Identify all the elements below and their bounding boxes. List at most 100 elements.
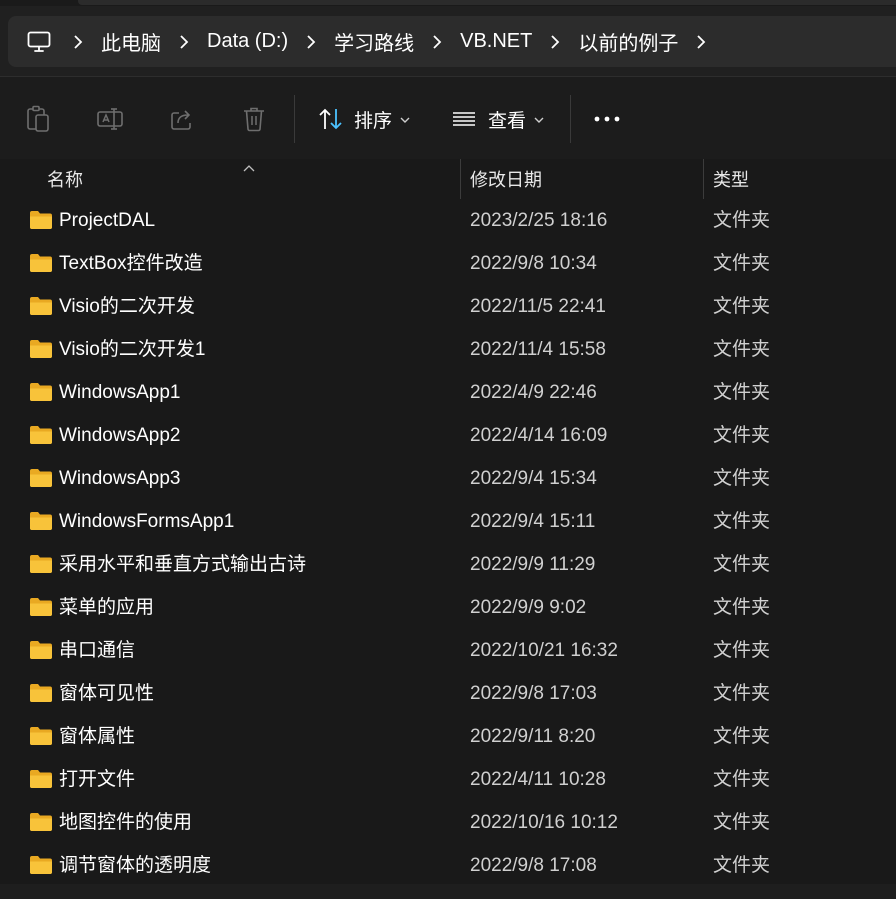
file-row[interactable]: ProjectDAL 2023/2/25 18:16 文件夹 xyxy=(0,199,896,242)
chevron-right-icon[interactable] xyxy=(171,16,197,67)
file-name: 菜单的应用 xyxy=(59,597,155,618)
file-row[interactable]: 采用水平和垂直方式输出古诗 2022/9/9 11:29 文件夹 xyxy=(0,543,896,586)
folder-icon xyxy=(29,468,53,488)
file-date: 2023/2/25 18:16 xyxy=(470,210,608,231)
folder-icon xyxy=(29,683,53,703)
column-divider[interactable] xyxy=(703,159,704,199)
file-date: 2022/9/8 17:03 xyxy=(470,683,597,704)
folder-icon xyxy=(29,597,53,617)
file-row[interactable]: 地图控件的使用 2022/10/16 10:12 文件夹 xyxy=(0,801,896,844)
folder-icon xyxy=(29,769,53,789)
file-type: 文件夹 xyxy=(713,253,771,274)
folder-icon xyxy=(29,296,53,316)
file-name: 窗体可见性 xyxy=(59,683,155,704)
breadcrumb-data-drive[interactable]: Data (D:) xyxy=(197,16,298,67)
column-header-date[interactable]: 修改日期 xyxy=(470,159,542,199)
file-type: 文件夹 xyxy=(713,554,771,575)
file-row[interactable]: WindowsApp3 2022/9/4 15:34 文件夹 xyxy=(0,457,896,500)
more-icon[interactable] xyxy=(588,101,626,137)
file-type: 文件夹 xyxy=(713,210,771,231)
folder-icon xyxy=(29,511,53,531)
breadcrumb-previous-examples[interactable]: 以前的例子 xyxy=(568,16,688,67)
file-row[interactable]: TextBox控件改造 2022/9/8 10:34 文件夹 xyxy=(0,242,896,285)
address-bar[interactable]: 此电脑 Data (D:) 学习路线 VB.NET 以前的例子 xyxy=(8,16,896,67)
file-row[interactable]: 窗体属性 2022/9/11 8:20 文件夹 xyxy=(0,715,896,758)
chevron-down-icon xyxy=(534,108,544,130)
file-date: 2022/9/11 8:20 xyxy=(470,726,596,747)
view-button[interactable]: 查看 xyxy=(452,99,544,139)
chevron-right-icon[interactable] xyxy=(424,16,450,67)
file-date: 2022/9/9 11:29 xyxy=(470,554,596,575)
file-list: 名称 修改日期 类型 ProjectDAL 2023/2/25 18:16 文件… xyxy=(0,159,896,899)
delete-icon[interactable] xyxy=(236,101,272,137)
view-label: 查看 xyxy=(488,110,527,132)
breadcrumb-this-pc[interactable]: 此电脑 xyxy=(91,16,171,67)
file-row[interactable]: 窗体可见性 2022/9/8 17:03 文件夹 xyxy=(0,672,896,715)
file-type: 文件夹 xyxy=(713,855,771,876)
file-date: 2022/4/11 10:28 xyxy=(470,769,606,790)
folder-icon xyxy=(29,382,53,402)
folder-icon xyxy=(29,253,53,273)
file-name: WindowsFormsApp1 xyxy=(59,511,235,532)
file-date: 2022/9/4 15:11 xyxy=(470,511,596,532)
bottom-edge xyxy=(0,884,896,899)
file-type: 文件夹 xyxy=(713,339,771,360)
file-date: 2022/10/21 16:32 xyxy=(470,640,618,661)
file-name: 采用水平和垂直方式输出古诗 xyxy=(59,554,307,575)
file-name: TextBox控件改造 xyxy=(59,253,203,274)
file-name: WindowsApp2 xyxy=(59,425,181,446)
chevron-right-icon[interactable] xyxy=(688,16,714,67)
sort-button[interactable]: 排序 xyxy=(318,99,410,139)
file-row[interactable]: Visio的二次开发1 2022/11/4 15:58 文件夹 xyxy=(0,328,896,371)
file-row[interactable]: 串口通信 2022/10/21 16:32 文件夹 xyxy=(0,629,896,672)
folder-icon xyxy=(29,210,53,230)
folder-icon xyxy=(29,425,53,445)
file-row[interactable]: 打开文件 2022/4/11 10:28 文件夹 xyxy=(0,758,896,801)
share-icon[interactable] xyxy=(164,101,200,137)
file-type: 文件夹 xyxy=(713,726,771,747)
file-date: 2022/9/8 17:08 xyxy=(470,855,597,876)
chevron-right-icon[interactable] xyxy=(542,16,568,67)
breadcrumb-vbnet[interactable]: VB.NET xyxy=(450,16,542,67)
file-type: 文件夹 xyxy=(713,468,771,489)
file-name: 窗体属性 xyxy=(59,726,136,747)
command-bar: 排序 查看 xyxy=(0,76,896,160)
file-type: 文件夹 xyxy=(713,382,771,403)
column-divider[interactable] xyxy=(460,159,461,199)
file-row[interactable]: Visio的二次开发 2022/11/5 22:41 文件夹 xyxy=(0,285,896,328)
chevron-right-icon[interactable] xyxy=(298,16,324,67)
sort-ascending-icon xyxy=(243,159,255,177)
rename-icon[interactable] xyxy=(92,101,128,137)
file-name: Visio的二次开发 xyxy=(59,296,195,317)
file-date: 2022/9/9 9:02 xyxy=(470,597,587,618)
file-date: 2022/4/9 22:46 xyxy=(470,382,597,403)
breadcrumb-learning-path[interactable]: 学习路线 xyxy=(324,16,424,67)
file-date: 2022/11/5 22:41 xyxy=(470,296,606,317)
column-header-name[interactable]: 名称 xyxy=(47,159,83,199)
file-rows: ProjectDAL 2023/2/25 18:16 文件夹 TextBox控件… xyxy=(0,199,896,887)
computer-icon[interactable] xyxy=(27,31,51,53)
file-name: WindowsApp1 xyxy=(59,382,181,403)
file-row[interactable]: WindowsFormsApp1 2022/9/4 15:11 文件夹 xyxy=(0,500,896,543)
title-strip xyxy=(0,0,896,6)
file-name: 串口通信 xyxy=(59,640,136,661)
folder-icon xyxy=(29,812,53,832)
file-type: 文件夹 xyxy=(713,296,771,317)
file-type: 文件夹 xyxy=(713,683,771,704)
file-row[interactable]: WindowsApp2 2022/4/14 16:09 文件夹 xyxy=(0,414,896,457)
file-row[interactable]: 调节窗体的透明度 2022/9/8 17:08 文件夹 xyxy=(0,844,896,887)
file-type: 文件夹 xyxy=(713,640,771,661)
chevron-right-icon[interactable] xyxy=(65,16,91,67)
tab-strip xyxy=(78,0,896,5)
file-date: 2022/4/14 16:09 xyxy=(470,425,608,446)
file-row[interactable]: WindowsApp1 2022/4/9 22:46 文件夹 xyxy=(0,371,896,414)
folder-icon xyxy=(29,640,53,660)
column-header-type[interactable]: 类型 xyxy=(713,159,749,199)
chevron-down-icon xyxy=(400,108,410,130)
file-name: 地图控件的使用 xyxy=(59,812,193,833)
toolbar-divider xyxy=(570,95,571,143)
paste-icon[interactable] xyxy=(20,101,56,137)
file-row[interactable]: 菜单的应用 2022/9/9 9:02 文件夹 xyxy=(0,586,896,629)
folder-icon xyxy=(29,339,53,359)
view-icon xyxy=(452,110,476,128)
